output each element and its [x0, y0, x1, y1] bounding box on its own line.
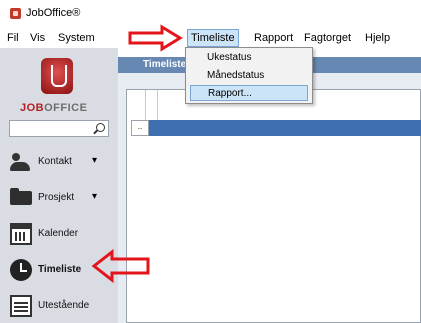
row-selector-cell[interactable]: .. — [131, 120, 149, 136]
folder-icon — [10, 188, 32, 205]
sidebar-item-utestaende[interactable]: Utestående — [10, 293, 114, 319]
menu-fil[interactable]: Fil — [4, 31, 22, 45]
window-title: JobOffice® — [26, 7, 81, 19]
logo-emblem-icon — [41, 58, 73, 94]
jobOffice-app-icon — [10, 8, 21, 19]
menu-item-ukestatus[interactable]: Ukestatus — [190, 50, 308, 66]
menu-vis[interactable]: Vis — [27, 31, 48, 45]
menu-fagtorget[interactable]: Fagtorget — [301, 31, 354, 45]
menu-item-manedstatus[interactable]: Månedstatus — [190, 68, 308, 84]
clock-icon — [10, 259, 32, 281]
sidebar-item-label: Utestående — [38, 300, 90, 311]
tab-body: .. — [118, 73, 421, 323]
sidebar-item-label: Prosjekt — [38, 192, 75, 203]
chevron-down-icon[interactable]: ▾ — [92, 191, 97, 202]
sidebar-item-label: Kalender — [38, 228, 79, 239]
sidebar-item-label: Kontakt — [38, 156, 72, 167]
cash-register-icon — [10, 295, 32, 317]
sidebar-item-label: Timeliste — [38, 264, 82, 275]
chevron-down-icon[interactable]: ▾ — [92, 155, 97, 166]
search-input[interactable] — [9, 120, 109, 137]
sidebar-item-kalender[interactable]: Kalender — [10, 221, 114, 247]
annotation-arrow-right — [128, 24, 183, 52]
jobOffice-logo: JOBOFFICE — [8, 58, 108, 120]
annotation-arrow-left — [91, 248, 150, 284]
menu-hjelp[interactable]: Hjelp — [362, 31, 393, 45]
tab-title: Timeliste — [143, 59, 187, 70]
table-row[interactable]: .. — [131, 120, 421, 136]
sidebar-item-prosjekt[interactable]: Prosjekt ▾ — [10, 185, 114, 211]
title-bar: JobOffice® — [0, 0, 421, 28]
grid-column-divider — [157, 90, 158, 120]
menu-timeliste[interactable]: Timeliste — [187, 29, 239, 47]
timesheet-grid: .. — [126, 89, 421, 323]
menu-item-rapport[interactable]: Rapport... — [190, 85, 308, 101]
calendar-icon — [10, 223, 32, 245]
menu-rapport[interactable]: Rapport — [251, 31, 296, 45]
sidebar-item-kontakt[interactable]: Kontakt ▾ — [10, 149, 114, 175]
logo-text: JOBOFFICE — [20, 102, 88, 114]
menu-bar: Fil Vis System Timeliste Rapport Fagtorg… — [0, 28, 421, 48]
contact-icon — [10, 151, 32, 173]
menu-system[interactable]: System — [55, 31, 98, 45]
timeliste-dropdown-menu: Ukestatus Månedstatus Rapport... — [185, 47, 313, 104]
search-icon[interactable] — [96, 123, 105, 132]
grid-column-divider — [145, 90, 146, 120]
